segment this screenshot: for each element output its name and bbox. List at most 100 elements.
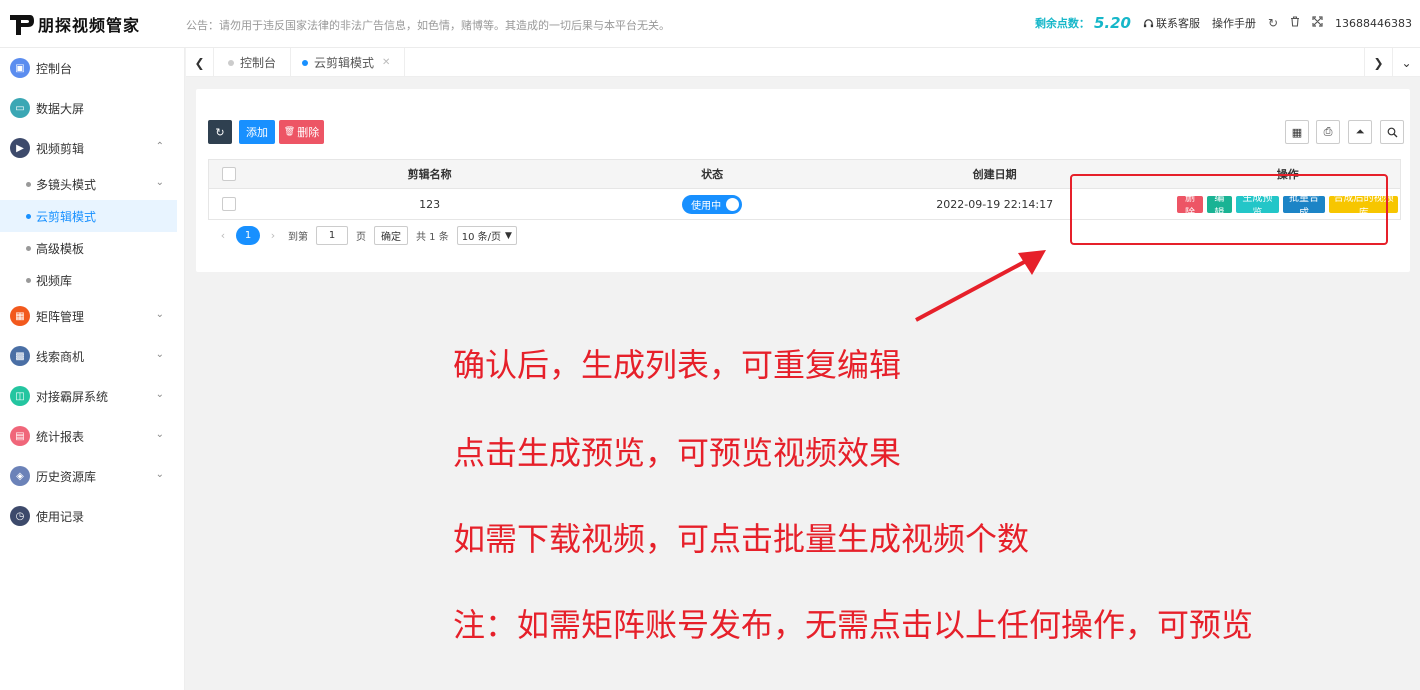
sidebar-item-video-edit[interactable]: ▶ 视频剪辑 ⌃ [0,128,184,168]
sidebar-item-matrix[interactable]: ▦ 矩阵管理 ⌄ [0,296,184,336]
delete-label: 删除 [297,126,320,139]
trash-icon: 🗑 [283,127,296,137]
bullet-icon [26,181,31,187]
tab-dot-icon [228,59,234,66]
sidebar-item-label: 数据大屏 [36,101,85,116]
refresh-icon: ↻ [215,125,225,139]
sidebar-item-leads[interactable]: ▩ 线索商机 ⌄ [0,336,184,376]
status-label: 使用中 [691,200,722,212]
tab-dashboard[interactable]: 控制台 [214,48,292,77]
sidebar-subitem-label: 高级模板 [36,241,85,256]
sidebar-item-label: 线索商机 [36,349,85,364]
header-actions: 剩余点数： 5.20 联系客服 操作手册 ↻ 13688446383 [1035,14,1412,32]
add-button[interactable]: 添加 [239,120,275,144]
column-header-name: 剪辑名称 [407,168,452,181]
account-name[interactable]: 13688446383 [1335,17,1412,30]
support-link[interactable]: 联系客服 [1143,15,1200,31]
sidebar-item-label: 矩阵管理 [36,309,85,324]
sidebar-subitem-label: 视频库 [36,273,73,288]
sidebar-subitem-advanced-template[interactable]: 高级模板 [0,232,184,264]
sidebar-item-label: 统计报表 [36,429,85,444]
page-current[interactable]: 1 [236,226,260,245]
sidebar-item-reports[interactable]: ▤ 统计报表 ⌄ [0,416,184,456]
refresh-icon[interactable]: ↻ [1268,16,1278,30]
prev-page-icon[interactable]: ‹ [216,229,230,242]
cell-name: 123 [419,197,441,211]
goto-page-input[interactable]: 1 [316,226,348,245]
points-value: 5.20 [1093,14,1131,32]
select-all-cell [209,167,249,181]
support-label: 联系客服 [1155,17,1200,30]
goto-confirm-button[interactable]: 确定 [374,226,408,245]
tab-scroll-right-icon[interactable]: ❯ [1364,48,1392,77]
grid-icon: ▦ [10,306,30,326]
top-header: 朋探视频管家 公告：请勿用于违反国家法律的非法广告信息，如色情，赌博等。其造成的… [0,0,1420,48]
sidebar-item-label: 视频剪辑 [36,141,85,156]
chevron-down-icon: ⌄ [155,469,164,480]
chevron-down-icon: ⌄ [155,389,164,400]
total-count: 共 1 条 [416,232,449,243]
sidebar-item-screen-system[interactable]: ◫ 对接霸屏系统 ⌄ [0,376,184,416]
announcement: 公告：请勿用于违反国家法律的非法广告信息，如色情，赌博等。其造成的一切后果与本平… [186,19,670,32]
annotation-line-1: 确认后，生成列表，可重复编辑 [453,346,902,384]
sidebar-item-history[interactable]: ◈ 历史资源库 ⌄ [0,456,184,496]
tab-nav-right: ❯ ⌄ [1364,48,1420,77]
refresh-button[interactable]: ↻ [208,120,232,144]
chevron-down-icon: ⌄ [155,429,164,440]
chevron-down-icon: ⌄ [155,177,164,188]
columns-icon[interactable]: ▦ [1285,120,1309,144]
export-icon[interactable]: ⏶ [1348,120,1372,144]
next-page-icon[interactable]: › [266,229,280,242]
sidebar-item-label: 历史资源库 [36,469,97,484]
tab-bar: ❮ 控制台 云剪辑模式 ✕ ❯ ⌄ [186,48,1420,77]
screen-icon: ▭ [10,98,30,118]
chevron-up-icon: ⌃ [155,141,164,152]
tab-scroll-left-icon[interactable]: ❮ [186,48,214,77]
sidebar-item-dashboard[interactable]: ▣ 控制台 [0,48,184,88]
chevron-down-icon[interactable]: ⌄ [1392,48,1420,77]
sidebar-item-label: 对接霸屏系统 [36,389,109,404]
sidebar: ▣ 控制台 ▭ 数据大屏 ▶ 视频剪辑 ⌃ 多镜头模式 ⌄ 云剪辑模式 高级模板… [0,48,185,690]
annotation-line-2: 点击生成预览，可预览视频效果 [453,434,902,472]
manual-link[interactable]: 操作手册 [1212,15,1256,31]
chevron-down-icon: ⌄ [155,309,164,320]
headset-icon [1143,18,1154,27]
close-icon[interactable]: ✕ [382,57,390,68]
delete-button[interactable]: 🗑 删除 [279,120,324,144]
goto-label: 到第 [288,232,308,243]
page-unit: 页 [356,232,366,243]
annotation-line-4: 注：如需矩阵账号发布，无需点击以上任何操作，可预览 [453,606,1254,644]
sidebar-subitem-video-library[interactable]: 视频库 [0,264,184,296]
clock-icon: ◷ [10,506,30,526]
trash-icon[interactable] [1290,16,1300,30]
logo-text: 朋探视频管家 [38,16,141,35]
monitor-icon: ▣ [10,58,30,78]
sidebar-subitem-multi-lens[interactable]: 多镜头模式 ⌄ [0,168,184,200]
logo-icon [10,15,34,35]
page-size-select[interactable]: 10 条/页 ▼ [456,226,517,245]
sidebar-subitem-label: 云剪辑模式 [36,209,97,224]
layers-icon: ◫ [10,386,30,406]
chevron-down-icon: ⌄ [155,349,164,360]
page-size-value: 10 条/页 [461,232,502,243]
sidebar-subitem-label: 多镜头模式 [36,177,97,192]
sidebar-item-label: 控制台 [36,61,73,76]
points-label: 剩余点数： [1034,17,1090,30]
cell-status: 使用中 [610,194,814,214]
fullscreen-icon[interactable] [1312,16,1323,30]
sidebar-subitem-cloud-edit[interactable]: 云剪辑模式 [0,200,177,232]
bullet-icon [26,245,31,251]
search-icon[interactable] [1380,120,1404,144]
select-all-checkbox[interactable] [221,167,236,181]
logo[interactable]: 朋探视频管家 [8,10,148,38]
sidebar-item-usage-log[interactable]: ◷ 使用记录 [0,496,184,536]
row-checkbox[interactable] [221,197,236,211]
pagination: ‹ 1 › 到第 1 页 确定 共 1 条 10 条/页 ▼ [216,226,517,245]
sidebar-item-data-screen[interactable]: ▭ 数据大屏 [0,88,184,128]
arrow-icon [915,250,1046,322]
print-icon[interactable]: ⎙ [1316,120,1340,144]
status-toggle[interactable]: 使用中 [682,194,743,214]
video-edit-icon: ▶ [10,138,30,158]
toggle-knob [726,197,740,211]
tab-cloud-edit[interactable]: 云剪辑模式 ✕ [288,48,406,77]
